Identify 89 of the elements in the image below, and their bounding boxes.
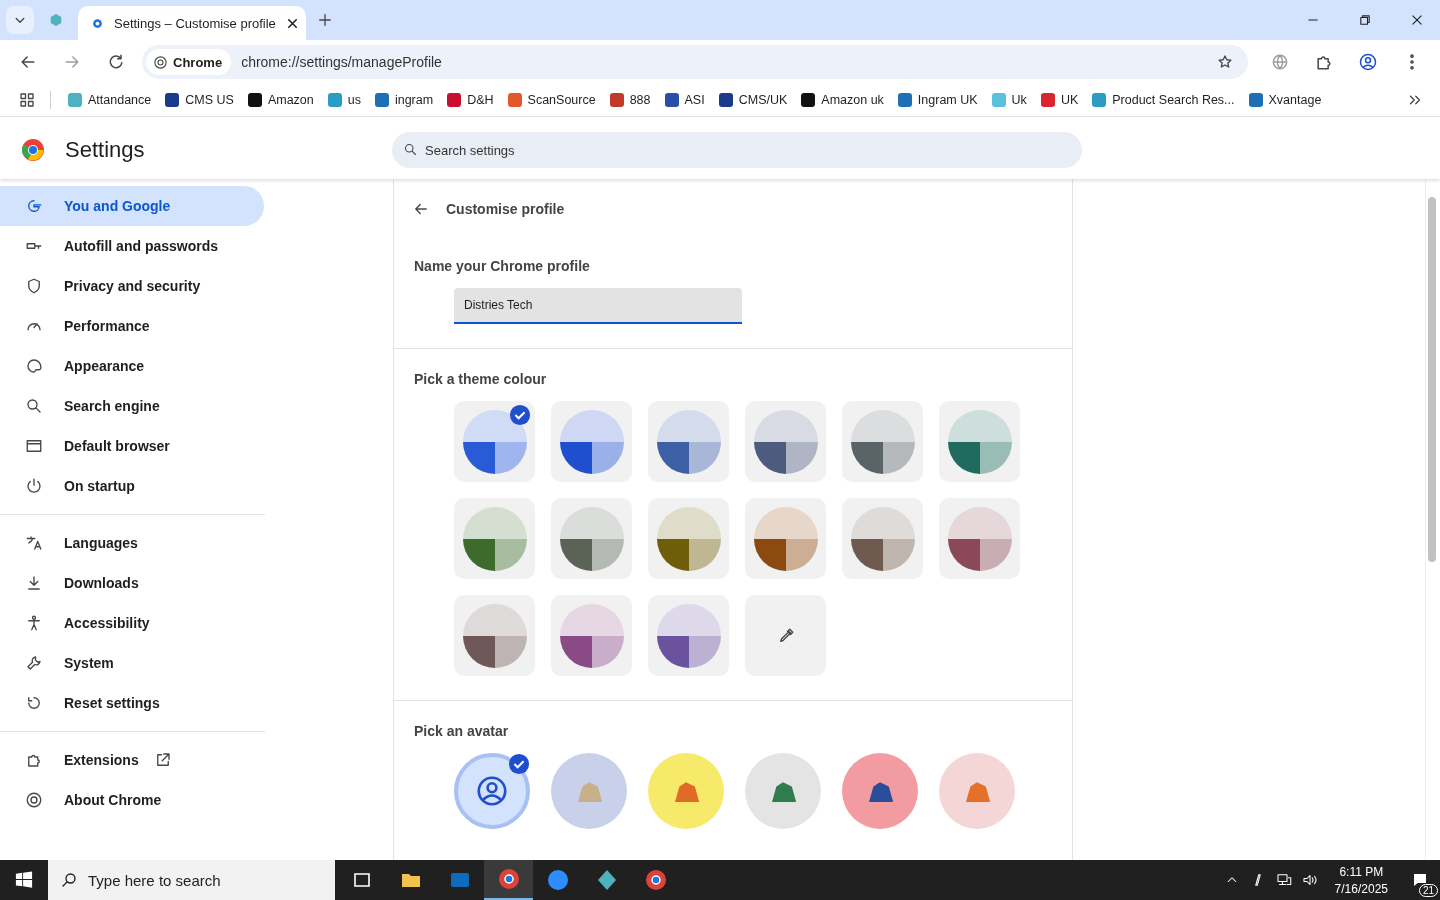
sidebar-item[interactable]: Appearance xyxy=(0,346,264,386)
bookmark-item[interactable]: Attandance xyxy=(63,93,157,107)
bookmark-item[interactable]: UK xyxy=(1035,93,1084,107)
bookmark-item[interactable]: Product Search Res... xyxy=(1087,93,1240,107)
section-label: Pick a theme colour xyxy=(414,371,548,387)
window-icon xyxy=(25,437,43,455)
theme-colour-option[interactable] xyxy=(454,498,535,579)
chrome-logo-icon xyxy=(21,138,45,162)
section-label: Pick an avatar xyxy=(414,723,510,739)
clock[interactable]: 6:11 PM 7/16/2025 xyxy=(1334,864,1388,896)
star-icon[interactable] xyxy=(1216,53,1234,71)
sidebar-item[interactable]: About Chrome xyxy=(0,780,264,820)
bookmark-item[interactable]: Uk xyxy=(986,93,1032,107)
chrome-icon xyxy=(496,867,521,891)
theme-colour-option[interactable] xyxy=(939,498,1020,579)
sidebar-item[interactable]: You and Google xyxy=(0,186,264,226)
theme-colour-option[interactable] xyxy=(454,595,535,676)
checkmark-icon xyxy=(509,404,531,426)
sidebar-item[interactable]: Languages xyxy=(0,523,264,563)
checkmark-icon xyxy=(508,753,530,775)
theme-colour-option[interactable] xyxy=(648,498,729,579)
bookmark-item[interactable]: Xvantage xyxy=(1243,93,1327,107)
sidebar-item[interactable]: Accessibility xyxy=(0,603,264,643)
chrome-icon xyxy=(643,868,668,892)
taskbar-search-field[interactable]: Type here to search xyxy=(48,860,335,900)
bookmark-item[interactable]: us xyxy=(322,93,366,107)
person-icon xyxy=(25,614,43,632)
windows-logo-icon[interactable] xyxy=(15,871,33,889)
reset-icon xyxy=(25,694,43,712)
address-bar[interactable]: Chrome chrome://settings/manageProfile xyxy=(142,45,1248,79)
bookmark-item[interactable]: Amazon xyxy=(242,93,319,107)
sidebar-item[interactable]: System xyxy=(0,643,264,683)
input-field[interactable]: Distries Tech xyxy=(454,288,742,324)
bookmark-item[interactable]: 888 xyxy=(604,93,656,107)
translate-icon xyxy=(25,534,43,552)
notifications-button[interactable]: 21 xyxy=(1400,862,1440,898)
bookmark-item[interactable]: ScanSource xyxy=(502,93,601,107)
power-icon xyxy=(25,477,43,495)
palette-icon xyxy=(25,357,43,375)
sidebar-item[interactable]: Autofill and passwords xyxy=(0,226,264,266)
chrome-logo-icon xyxy=(153,54,168,70)
taskbar-app[interactable] xyxy=(484,860,533,900)
search-field[interactable]: Search settings xyxy=(392,132,1082,168)
theme-colour-option[interactable] xyxy=(745,401,826,482)
url-text: chrome://settings/manageProfile xyxy=(241,54,442,70)
theme-colour-option[interactable] xyxy=(939,401,1020,482)
theme-colour-option[interactable] xyxy=(842,401,923,482)
sidebar-item[interactable]: Search engine xyxy=(0,386,264,426)
bookmark-item[interactable]: CMS/UK xyxy=(713,93,793,107)
bookmark-item[interactable]: ingram xyxy=(369,93,439,107)
section-title: Customise profile xyxy=(446,201,565,217)
theme-colour-option[interactable] xyxy=(745,498,826,579)
sidebar-item[interactable]: Default browser xyxy=(0,426,264,466)
theme-colour-option[interactable] xyxy=(551,498,632,579)
bookmark-item[interactable]: ASI xyxy=(659,93,710,107)
bookmark-item[interactable]: CMS US xyxy=(160,93,239,107)
sidebar-item[interactable]: Performance xyxy=(0,306,264,346)
theme-colour-option[interactable] xyxy=(648,401,729,482)
field-label: Name your Chrome profile xyxy=(414,258,591,274)
tab-title: Settings – Customise profile xyxy=(114,15,276,31)
browser-tab[interactable]: Settings – Customise profile xyxy=(78,6,306,40)
new-tab-icon[interactable] xyxy=(316,11,334,29)
bookmark-item[interactable]: Ingram UK xyxy=(892,93,983,107)
wrench-icon xyxy=(25,654,43,672)
google-icon xyxy=(25,197,43,215)
sidebar-item[interactable]: Extensions xyxy=(0,740,264,780)
chrome-icon xyxy=(25,791,43,809)
page-title: Settings xyxy=(65,137,145,163)
search-icon xyxy=(25,397,43,415)
sidebar-item[interactable]: Privacy and security xyxy=(0,266,264,306)
theme-colour-option[interactable] xyxy=(648,595,729,676)
theme-colour-option[interactable] xyxy=(551,595,632,676)
profile-icon[interactable] xyxy=(1358,52,1378,72)
apps-grid-icon[interactable] xyxy=(18,91,36,109)
theme-colour-option[interactable] xyxy=(551,401,632,482)
zoom-icon xyxy=(545,868,570,892)
theme-colour-option[interactable] xyxy=(842,498,923,579)
sidebar-item[interactable]: Reset settings xyxy=(0,683,264,723)
search-icon xyxy=(60,871,78,889)
bookmark-item[interactable]: Amazon uk xyxy=(796,93,889,107)
sidebar-item[interactable]: On startup xyxy=(0,466,264,506)
globe-icon[interactable] xyxy=(1270,52,1290,72)
sidebar-item[interactable]: Downloads xyxy=(0,563,264,603)
theme-colour-option[interactable] xyxy=(454,401,535,482)
shield-icon xyxy=(25,277,43,295)
site-chip[interactable]: Chrome xyxy=(146,49,232,75)
search-icon xyxy=(403,142,418,157)
bookmark-item[interactable]: D&H xyxy=(442,93,499,107)
download-icon xyxy=(25,574,43,592)
